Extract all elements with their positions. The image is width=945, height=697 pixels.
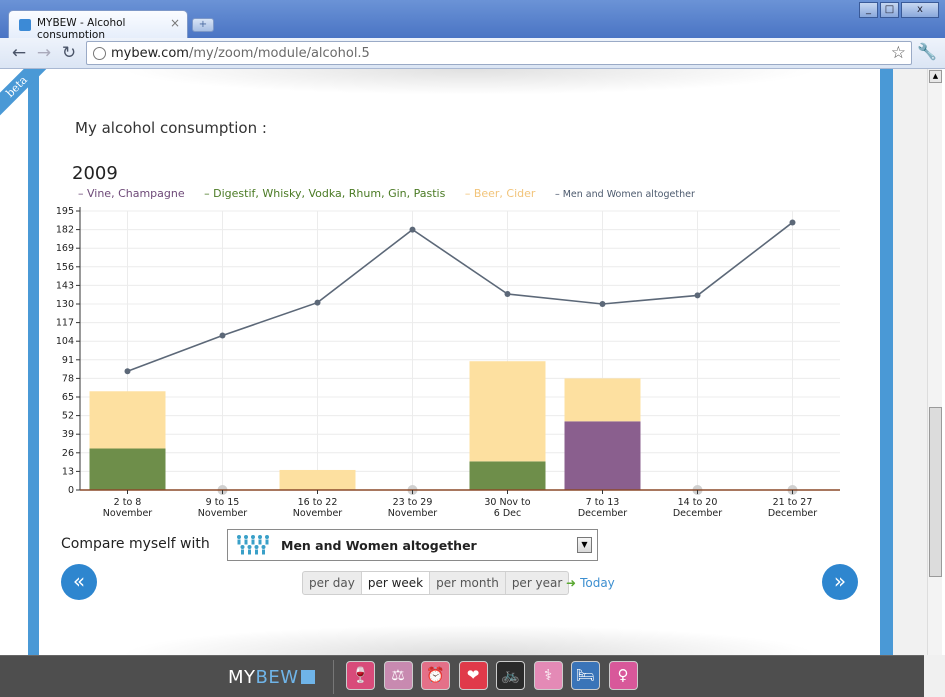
alarm-clock-icon[interactable]: ⏰ xyxy=(421,661,450,690)
alcohol-icon[interactable]: 🍷 xyxy=(346,661,375,690)
x-tick-label: November xyxy=(103,508,153,519)
today-link[interactable]: ➜ Today xyxy=(566,576,615,590)
back-icon[interactable]: ← xyxy=(8,42,30,64)
close-tab-icon[interactable]: × xyxy=(170,16,180,30)
weight-icon[interactable]: ⚖ xyxy=(383,661,413,690)
consumption-chart: 0 13 26 39 52 65 78 91 104 117 130 143 156 169 182 195 2… xyxy=(56,206,840,519)
cycling-icon[interactable]: 🚲 xyxy=(496,661,525,690)
scroll-up-icon[interactable]: ▲ xyxy=(929,70,942,83)
line-point xyxy=(219,332,226,339)
bar-beer xyxy=(279,469,356,490)
favicon-icon xyxy=(19,19,31,31)
bookmark-star-icon[interactable]: ☆ xyxy=(891,43,906,63)
bar-beer xyxy=(89,391,166,449)
reload-icon[interactable]: ↻ xyxy=(58,42,80,64)
line-point xyxy=(789,219,796,226)
compare-label: Compare myself with xyxy=(61,536,210,552)
x-tick-label: 2 to 8 xyxy=(114,497,142,508)
line-point xyxy=(504,290,511,297)
url-text: mybew.com/my/zoom/module/alcohol.5 xyxy=(111,46,370,61)
period-selector: per day per week per month per year xyxy=(302,571,570,595)
line-men-women xyxy=(127,221,793,372)
cigarette-icon[interactable]: ⚕ xyxy=(533,661,563,690)
x-tick-label: 30 Nov to xyxy=(484,497,530,508)
right-border xyxy=(880,69,893,655)
address-bar[interactable]: mybew.com/my/zoom/module/alcohol.5 ☆ xyxy=(86,41,912,65)
x-tick-label: November xyxy=(293,508,343,519)
y-tick-label: 130 xyxy=(56,299,74,310)
x-tick-label: 23 to 29 xyxy=(393,497,433,508)
heart-icon[interactable]: ❤ xyxy=(458,661,488,690)
left-border xyxy=(28,69,39,655)
y-tick-label: 156 xyxy=(56,262,74,273)
y-tick-label: 182 xyxy=(56,225,74,236)
globe-icon xyxy=(93,47,106,60)
y-tick-label: 169 xyxy=(56,243,74,254)
y-tick-label: 91 xyxy=(62,355,74,366)
line-point xyxy=(314,299,321,306)
compare-value: Men and Women altogether xyxy=(281,538,477,553)
bar-spirits xyxy=(89,448,166,490)
y-tick-label: 104 xyxy=(56,336,74,347)
sleep-icon[interactable]: 🛏 xyxy=(571,661,600,690)
x-tick-label: 9 to 15 xyxy=(206,497,240,508)
y-tick-label: 26 xyxy=(62,448,74,459)
period-per-year[interactable]: per year xyxy=(506,572,569,594)
maximize-button[interactable]: □ xyxy=(880,2,899,18)
browser-tab[interactable]: MYBEW - Alcohol consumption × xyxy=(8,10,188,41)
line-point xyxy=(694,292,701,299)
x-tick-label: December xyxy=(768,508,817,519)
x-tick-label: 7 to 13 xyxy=(586,497,620,508)
people-group-icon xyxy=(237,535,269,555)
y-tick-label: 0 xyxy=(68,485,74,496)
dropdown-arrow-icon[interactable]: ▼ xyxy=(577,537,592,553)
x-tick-label: November xyxy=(388,508,438,519)
y-tick-label: 13 xyxy=(62,466,74,477)
scroll-thumb[interactable] xyxy=(929,407,942,577)
y-tick-label: 39 xyxy=(62,429,74,440)
y-tick-label: 65 xyxy=(62,392,74,403)
female-icon[interactable]: ♀ xyxy=(608,661,638,690)
x-tick-label: 21 to 27 xyxy=(773,497,813,508)
x-tick-label: 6 Dec xyxy=(494,508,521,519)
x-tick-label: November xyxy=(198,508,248,519)
bar-beer xyxy=(564,378,641,422)
period-per-month[interactable]: per month xyxy=(430,572,506,594)
window-titlebar: MYBEW - Alcohol consumption × + _ □ x xyxy=(0,0,945,41)
line-point xyxy=(124,368,131,375)
wrench-icon[interactable]: 🔧 xyxy=(917,42,937,61)
mybew-logo[interactable]: MYBEW xyxy=(228,667,315,688)
y-tick-label: 52 xyxy=(62,411,74,422)
line-point xyxy=(409,226,416,233)
x-tick-label: December xyxy=(673,508,722,519)
cube-icon xyxy=(300,670,315,684)
forward-icon[interactable]: → xyxy=(33,42,55,64)
x-tick-label: December xyxy=(578,508,627,519)
year-label: 2009 xyxy=(72,163,118,184)
browser-toolbar: ← → ↻ mybew.com/my/zoom/module/alcohol.5… xyxy=(0,38,945,69)
previous-period-button[interactable]: « xyxy=(61,564,97,600)
y-tick-label: 195 xyxy=(56,206,74,217)
y-tick-label: 78 xyxy=(62,373,74,384)
vertical-scrollbar[interactable]: ▲ xyxy=(927,69,942,655)
close-window-button[interactable]: x xyxy=(901,2,939,18)
arrow-right-icon: ➜ xyxy=(566,576,577,590)
minimize-button[interactable]: _ xyxy=(859,2,878,18)
x-tick-label: 16 to 22 xyxy=(298,497,338,508)
bar-wine xyxy=(564,421,641,490)
page-title: My alcohol consumption : xyxy=(75,119,267,137)
x-tick-label: 14 to 20 xyxy=(678,497,718,508)
period-per-week[interactable]: per week xyxy=(361,572,431,594)
compare-select[interactable]: Men and Women altogether ▼ xyxy=(227,529,598,561)
y-tick-label: 143 xyxy=(56,280,74,291)
line-point xyxy=(599,301,606,307)
bar-spirits xyxy=(469,461,546,490)
page-content: beta My alcohol consumption : 2009 – Vin… xyxy=(0,69,945,655)
y-tick-label: 117 xyxy=(56,318,74,329)
new-tab-button[interactable]: + xyxy=(192,18,214,32)
period-per-day[interactable]: per day xyxy=(303,572,362,594)
next-period-button[interactable]: » xyxy=(822,564,858,600)
module-dock: MYBEW 🍷 ⚖ ⏰ ❤ 🚲 ⚕ 🛏 ♀ xyxy=(0,655,924,697)
bar-beer xyxy=(469,361,546,462)
